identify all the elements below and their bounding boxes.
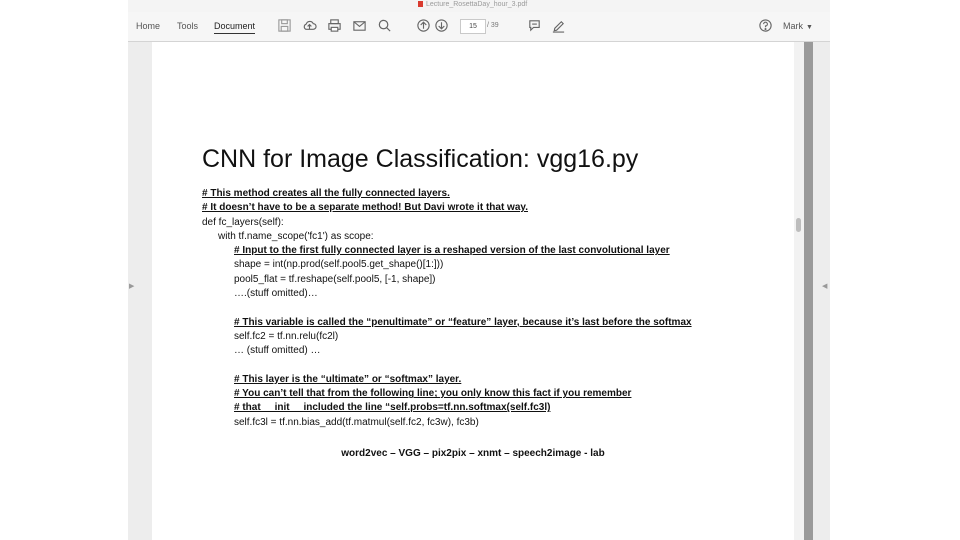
expand-right-panel-icon[interactable]: ◀ (822, 282, 827, 290)
pdf-page: CNN for Image Classification: vgg16.py #… (152, 42, 794, 540)
code-line: def fc_layers(self): (202, 216, 284, 228)
mail-icon[interactable] (352, 18, 367, 33)
code-line: # This layer is the “ultimate” or “softm… (234, 373, 462, 385)
scroll-thumb[interactable] (796, 218, 801, 232)
title-bar: Lecture_RosettaDay_hour_3.pdf (128, 0, 830, 12)
code-line: ….(stuff omitted)… (234, 288, 318, 300)
code-line: with tf.name_scope('fc1') as scope: (218, 230, 374, 242)
code-line: shape = int(np.prod(self.pool5.get_shape… (234, 259, 444, 271)
code-line: # It doesn’t have to be a separate metho… (202, 202, 528, 214)
code-line: # You can’t tell that from the following… (234, 388, 632, 400)
code-line: … (stuff omitted) … (234, 345, 321, 357)
save-icon[interactable] (277, 18, 292, 33)
next-page-icon[interactable] (434, 18, 449, 33)
right-panel-strip[interactable]: ◀ (813, 42, 830, 540)
pdf-reader-window: Lecture_RosettaDay_hour_3.pdf Home Tools… (128, 0, 830, 540)
pen-sign-icon[interactable] (551, 18, 566, 33)
user-menu[interactable]: Mark ▼ (783, 21, 813, 31)
help-icon[interactable] (758, 18, 773, 33)
code-line: self.fc3l = tf.nn.bias_add(tf.matmul(sel… (234, 416, 479, 428)
tab-tools[interactable]: Tools (177, 21, 198, 31)
pdf-file-icon (418, 1, 423, 7)
comment-icon[interactable] (527, 18, 542, 33)
tab-document[interactable]: Document (214, 21, 256, 34)
slide-footer: word2vec – VGG – pix2pix – xnmt – speech… (341, 448, 605, 459)
window-title: Lecture_RosettaDay_hour_3.pdf (418, 1, 527, 8)
code-line: # This method creates all the fully conn… (202, 188, 450, 199)
code-line: self.fc2 = tf.nn.relu(fc2l) (234, 330, 339, 342)
toolbar: Home Tools Document / 39 (128, 12, 830, 42)
vertical-scrollbar[interactable] (794, 42, 804, 540)
expand-left-panel-icon[interactable]: ▶ (129, 282, 134, 290)
code-line: # This variable is called the “penultima… (234, 316, 692, 328)
print-icon[interactable] (327, 18, 342, 33)
previous-page-icon[interactable] (416, 18, 431, 33)
code-line: # Input to the first fully connected lay… (234, 245, 670, 257)
slide-title: CNN for Image Classification: vgg16.py (202, 145, 639, 173)
page-total: / 39 (487, 22, 499, 29)
search-icon[interactable] (377, 18, 392, 33)
cloud-upload-icon[interactable] (302, 18, 317, 33)
page-number-input[interactable] (460, 19, 486, 34)
window-title-text: Lecture_RosettaDay_hour_3.pdf (426, 1, 528, 8)
user-name: Mark (783, 21, 803, 31)
document-area: ▶ CNN for Image Classification: vgg16.py… (128, 42, 830, 540)
code-block: # This method creates all the fully conn… (202, 187, 692, 430)
code-line: # that __init__ included the line “self.… (234, 402, 551, 414)
left-panel-strip[interactable]: ▶ (128, 42, 152, 540)
caret-down-icon: ▼ (806, 24, 813, 31)
code-line: pool5_flat = tf.reshape(self.pool5, [-1,… (234, 273, 436, 285)
tab-home[interactable]: Home (136, 21, 160, 31)
